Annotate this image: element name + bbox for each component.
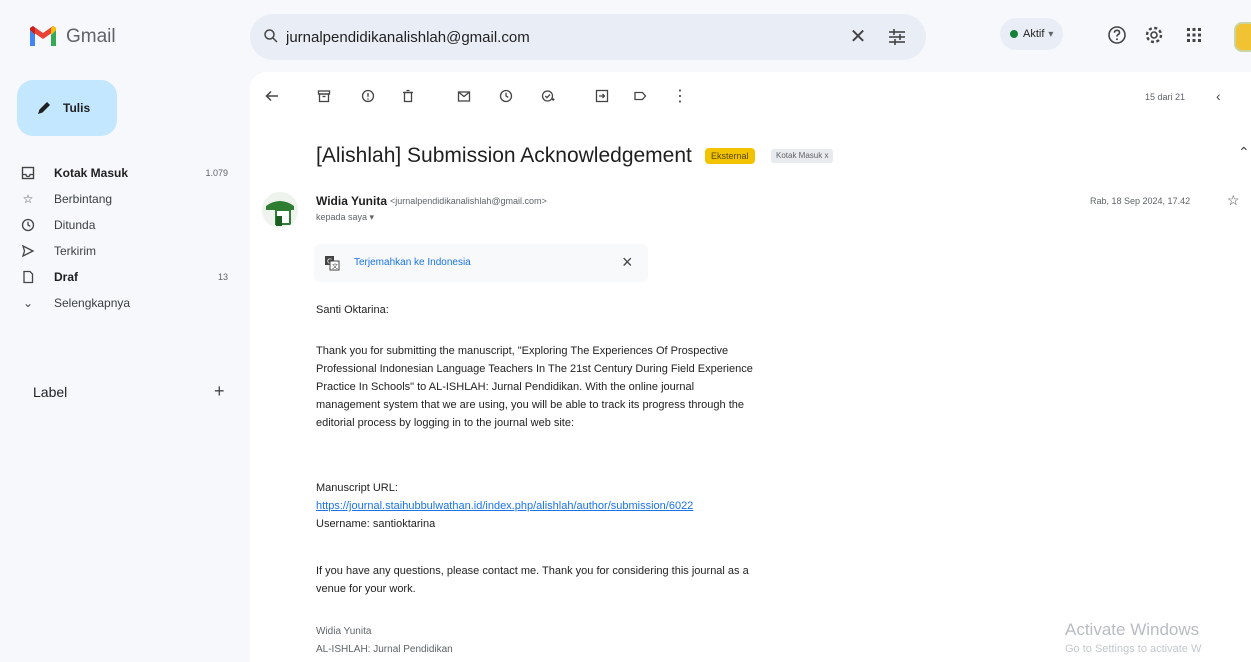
email-greeting: Santi Oktarina: (316, 304, 389, 316)
draft-icon (20, 269, 36, 285)
recipient-dropdown[interactable]: kepada saya ▾ (316, 212, 374, 223)
search-bar: ✕ (250, 14, 926, 60)
compose-label: Tulis (63, 101, 91, 115)
active-status-icon (1010, 30, 1018, 38)
star-icon: ☆ (22, 192, 34, 206)
label-icon[interactable] (632, 88, 648, 104)
star-icon[interactable]: ☆ (1227, 192, 1240, 209)
status-chip[interactable]: Aktif ▾ (1000, 18, 1064, 50)
sidebar-nav: Kotak Masuk 1.079 ☆ Berbintang Ditunda T… (20, 160, 240, 316)
archive-icon[interactable] (316, 88, 332, 104)
app-name: Gmail (66, 26, 116, 47)
svg-text:文: 文 (332, 263, 338, 271)
clock-icon (20, 217, 36, 233)
gear-icon[interactable] (1143, 24, 1165, 46)
activation-watermark: Activate Windows (1065, 620, 1200, 639)
sidebar-item-sent[interactable]: Terkirim (20, 238, 240, 264)
sender-email: <jurnalpendidikanalishlah@gmail.com> (390, 196, 547, 206)
sidebar-item-starred[interactable]: ☆ Berbintang (20, 186, 240, 212)
manuscript-url-label: Manuscript URL: (316, 482, 398, 494)
clear-search-icon[interactable]: ✕ (847, 26, 869, 48)
pencil-icon (38, 102, 50, 114)
send-icon (20, 243, 36, 259)
username-text: Username: santioktarina (316, 518, 436, 530)
chevron-down-icon: ▾ (1048, 28, 1054, 40)
status-label: Aktif (1023, 28, 1045, 40)
recipient-label: kepada saya (316, 212, 368, 222)
top-bar: Gmail ✕ Aktif ▾ (0, 0, 1251, 72)
account-avatar[interactable] (1234, 22, 1251, 52)
sidebar-item-label: Kotak Masuk (54, 166, 129, 180)
close-icon[interactable]: × (622, 252, 633, 273)
back-arrow-icon[interactable] (264, 88, 280, 104)
inbox-count: 1.079 (205, 168, 228, 178)
email-paragraph: Thank you for submitting the manuscript,… (316, 345, 753, 429)
email-view: ⋮ 15 dari 21 ‹ [Alishlah] Submission Ack… (250, 72, 1251, 662)
activation-watermark-subtitle: Go to Settings to activate W (1065, 643, 1202, 655)
email-toolbar: ⋮ 15 dari 21 ‹ (250, 80, 1251, 112)
manuscript-url-link[interactable]: https://journal.staihubbulwathan.id/inde… (316, 500, 693, 512)
chevron-left-icon[interactable]: ‹ (1216, 88, 1221, 104)
email-paragraph: If you have any questions, please contac… (316, 565, 749, 595)
search-icon[interactable] (262, 27, 280, 45)
translate-bar: G 文 Terjemahkan ke Indonesia × (314, 244, 648, 282)
sidebar-item-more[interactable]: ⌄ Selengkapnya (20, 290, 240, 316)
translate-icon: G 文 (325, 256, 340, 271)
sidebar-item-label: Selengkapnya (54, 296, 131, 310)
move-to-icon[interactable] (594, 88, 610, 104)
gmail-m-icon (30, 26, 56, 46)
apps-grid-icon[interactable] (1183, 24, 1205, 46)
more-vert-icon[interactable]: ⋮ (672, 88, 688, 105)
external-badge: Eksternal (705, 148, 755, 164)
sidebar-item-label: Ditunda (54, 218, 96, 232)
pager-text: 15 dari 21 (1145, 92, 1186, 102)
sidebar-item-snoozed[interactable]: Ditunda (20, 212, 240, 238)
plus-icon[interactable]: + (214, 381, 225, 402)
mark-unread-icon[interactable] (456, 88, 472, 104)
search-input[interactable] (286, 14, 846, 60)
inbox-icon (20, 165, 36, 181)
sender-avatar[interactable] (262, 192, 298, 228)
translate-link[interactable]: Terjemahkan ke Indonesia (354, 257, 471, 268)
sidebar-item-label: Draf (54, 270, 79, 284)
collapse-icon[interactable]: ⌃⌄ (1238, 144, 1251, 161)
sidebar-item-label: Terkirim (54, 244, 96, 258)
labels-heading: Label (33, 384, 68, 400)
add-task-icon[interactable] (540, 88, 556, 104)
sender-name[interactable]: Widia Yunita (316, 194, 387, 208)
sidebar-item-inbox[interactable]: Kotak Masuk 1.079 (20, 160, 240, 186)
compose-button[interactable]: Tulis (17, 80, 117, 136)
search-options-icon[interactable] (886, 26, 908, 48)
sidebar-item-label: Berbintang (54, 192, 113, 206)
snooze-icon[interactable] (498, 88, 514, 104)
gmail-logo[interactable]: Gmail (28, 26, 116, 48)
message-date: Rab, 18 Sep 2024, 17.42 (1090, 196, 1191, 206)
help-icon[interactable] (1106, 24, 1128, 46)
email-subject: [Alishlah] Submission Acknowledgement (316, 144, 692, 167)
signature-name: Widia Yunita (316, 626, 372, 637)
report-spam-icon[interactable] (360, 88, 376, 104)
sidebar-item-drafts[interactable]: Draf 13 (20, 264, 240, 290)
delete-icon[interactable] (400, 88, 416, 104)
signature-org: AL-ISHLAH: Jurnal Pendidikan (316, 644, 453, 655)
drafts-count: 13 (217, 272, 228, 282)
inbox-label-chip[interactable]: Kotak Masuk x (771, 149, 834, 163)
chevron-down-icon: ⌄ (22, 296, 34, 310)
sender-logo-icon (262, 192, 298, 228)
